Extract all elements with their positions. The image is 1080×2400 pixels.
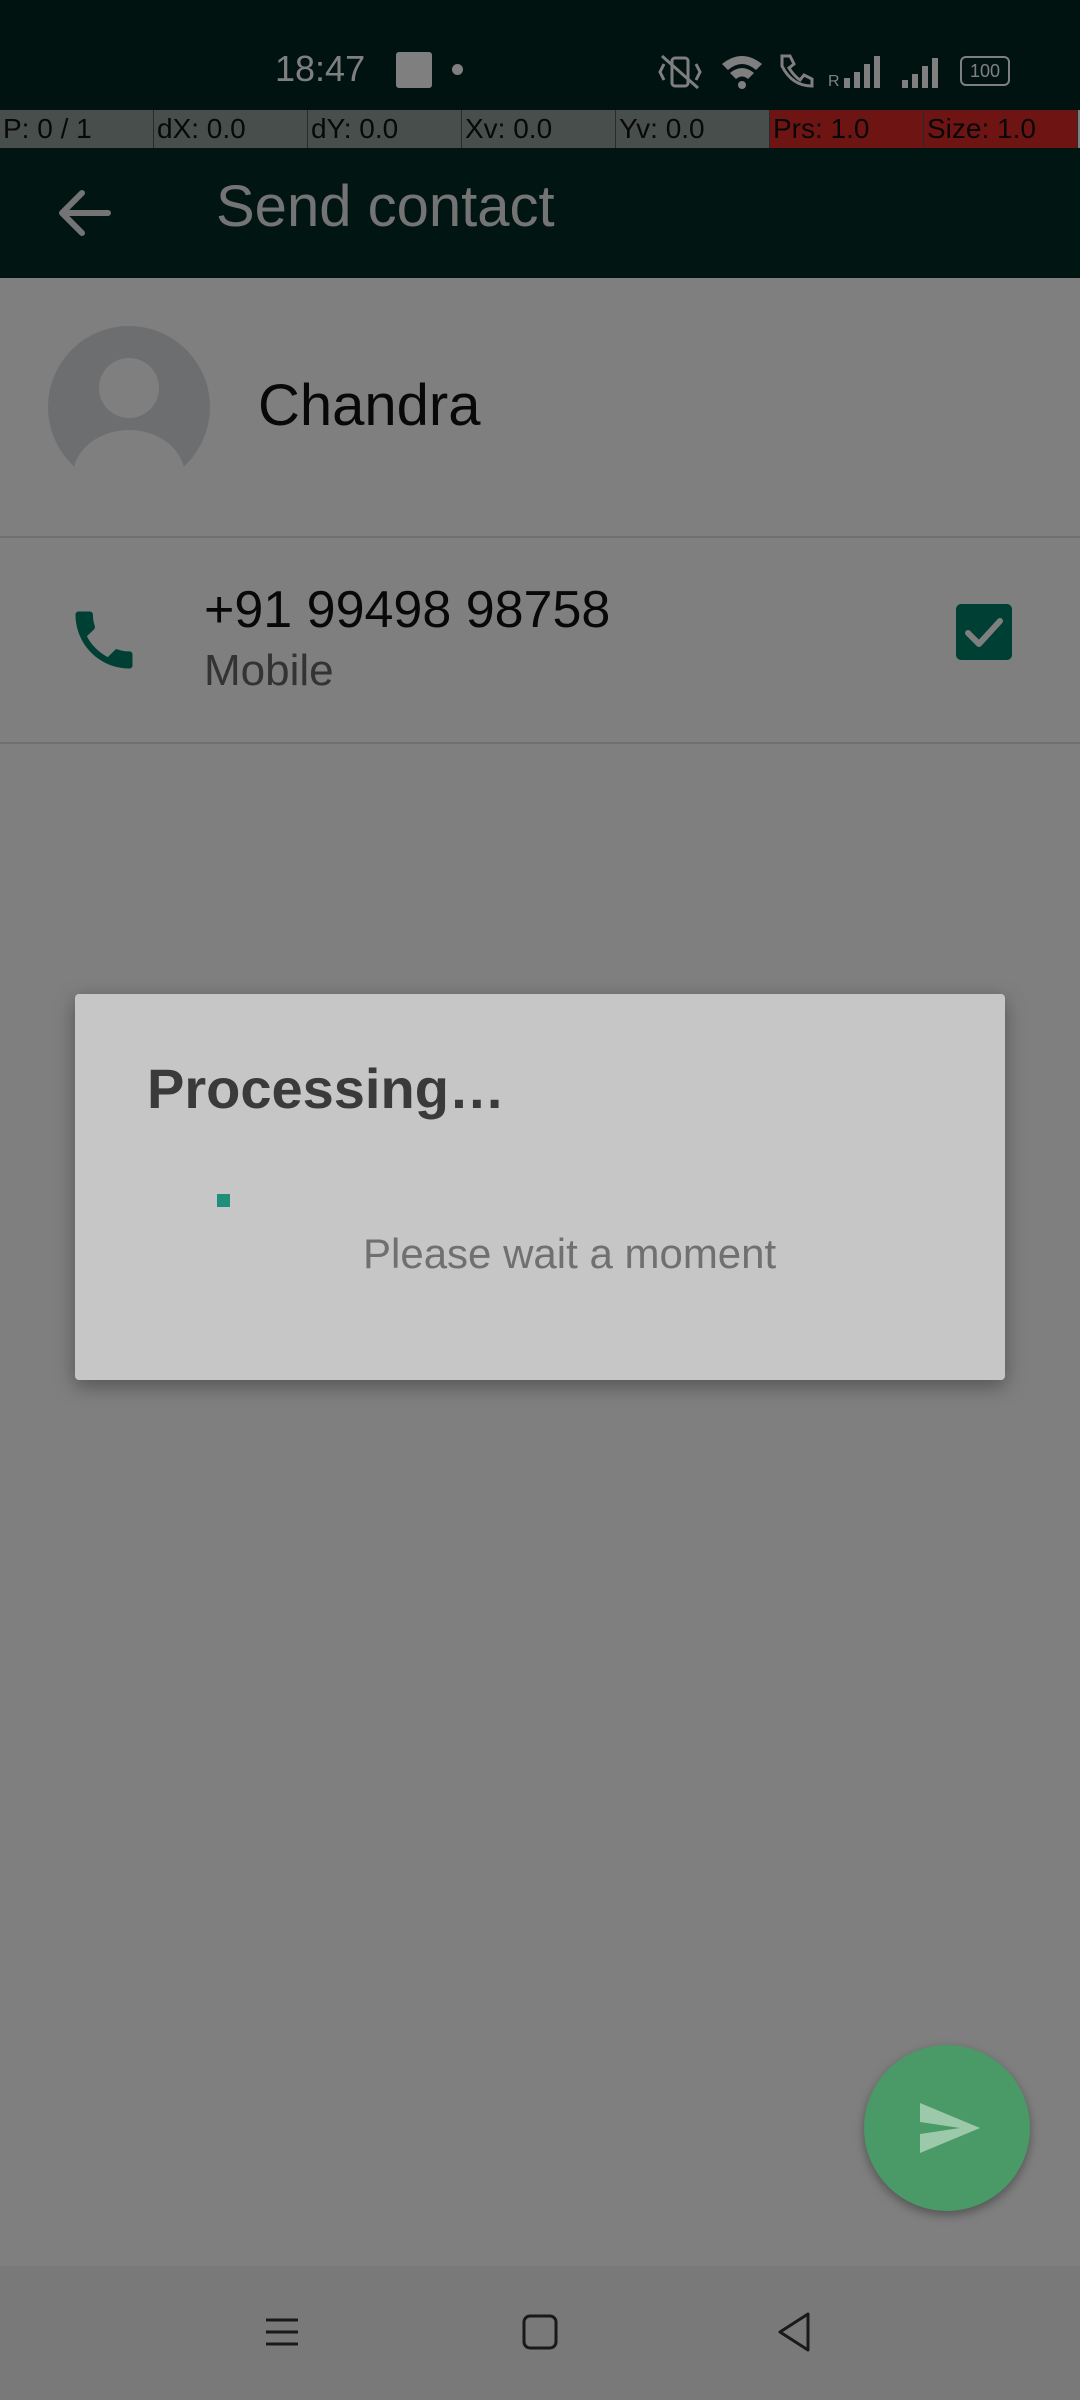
- dialog-message: Please wait a moment: [363, 1230, 777, 1277]
- send-button[interactable]: [864, 2045, 1030, 2211]
- processing-dialog: Processing… Please wait a moment: [75, 994, 1005, 1380]
- send-icon: [920, 2103, 980, 2153]
- progress-spinner-icon: [217, 1194, 230, 1207]
- dialog-title: Processing…: [147, 1057, 505, 1120]
